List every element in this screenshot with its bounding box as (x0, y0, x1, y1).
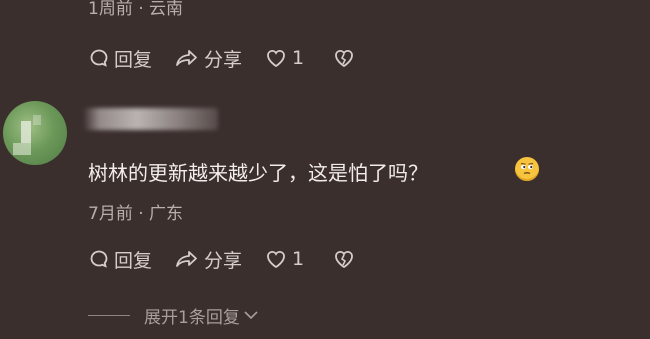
chevron-down-icon (244, 311, 258, 320)
expand-replies-label: 展开1条回复 (144, 307, 240, 328)
share-label: 分享 (204, 48, 243, 71)
dislike-button[interactable] (332, 47, 360, 69)
heart-icon (267, 250, 285, 269)
share-icon (176, 50, 197, 66)
broken-heart-icon (335, 250, 354, 269)
reply-button[interactable]: 回复 (88, 246, 152, 273)
like-button[interactable]: 1 (264, 248, 304, 270)
reply-icon (90, 250, 108, 268)
share-button[interactable]: 分享 (174, 246, 242, 273)
comment-meta: 7月前 · 广东 (88, 204, 184, 224)
comment-text: 树林的更新越来越少了，这是怕了吗？ (88, 161, 428, 185)
share-button[interactable]: 分享 (174, 45, 242, 72)
divider (88, 314, 130, 316)
share-label: 分享 (204, 249, 243, 272)
heart-icon (267, 49, 285, 68)
comment-meta: 1周前 · 云南 (88, 0, 184, 19)
like-button[interactable]: 1 (264, 47, 304, 69)
expand-replies-button[interactable]: 展开1条回复 (88, 303, 260, 328)
username-blurred[interactable] (83, 108, 218, 130)
reply-label: 回复 (114, 249, 153, 272)
reply-button[interactable]: 回复 (88, 45, 152, 72)
like-count: 1 (292, 47, 305, 69)
comment-actions: 回复 分享 1 (88, 244, 382, 274)
reply-icon (90, 49, 108, 67)
dislike-button[interactable] (332, 248, 360, 270)
emoji-thinking-icon (515, 157, 539, 181)
comment-actions: 回复 分享 1 (88, 43, 382, 73)
share-icon (176, 251, 197, 267)
like-count: 1 (292, 248, 305, 270)
broken-heart-icon (335, 49, 354, 68)
reply-label: 回复 (114, 48, 153, 71)
avatar[interactable] (3, 101, 67, 165)
